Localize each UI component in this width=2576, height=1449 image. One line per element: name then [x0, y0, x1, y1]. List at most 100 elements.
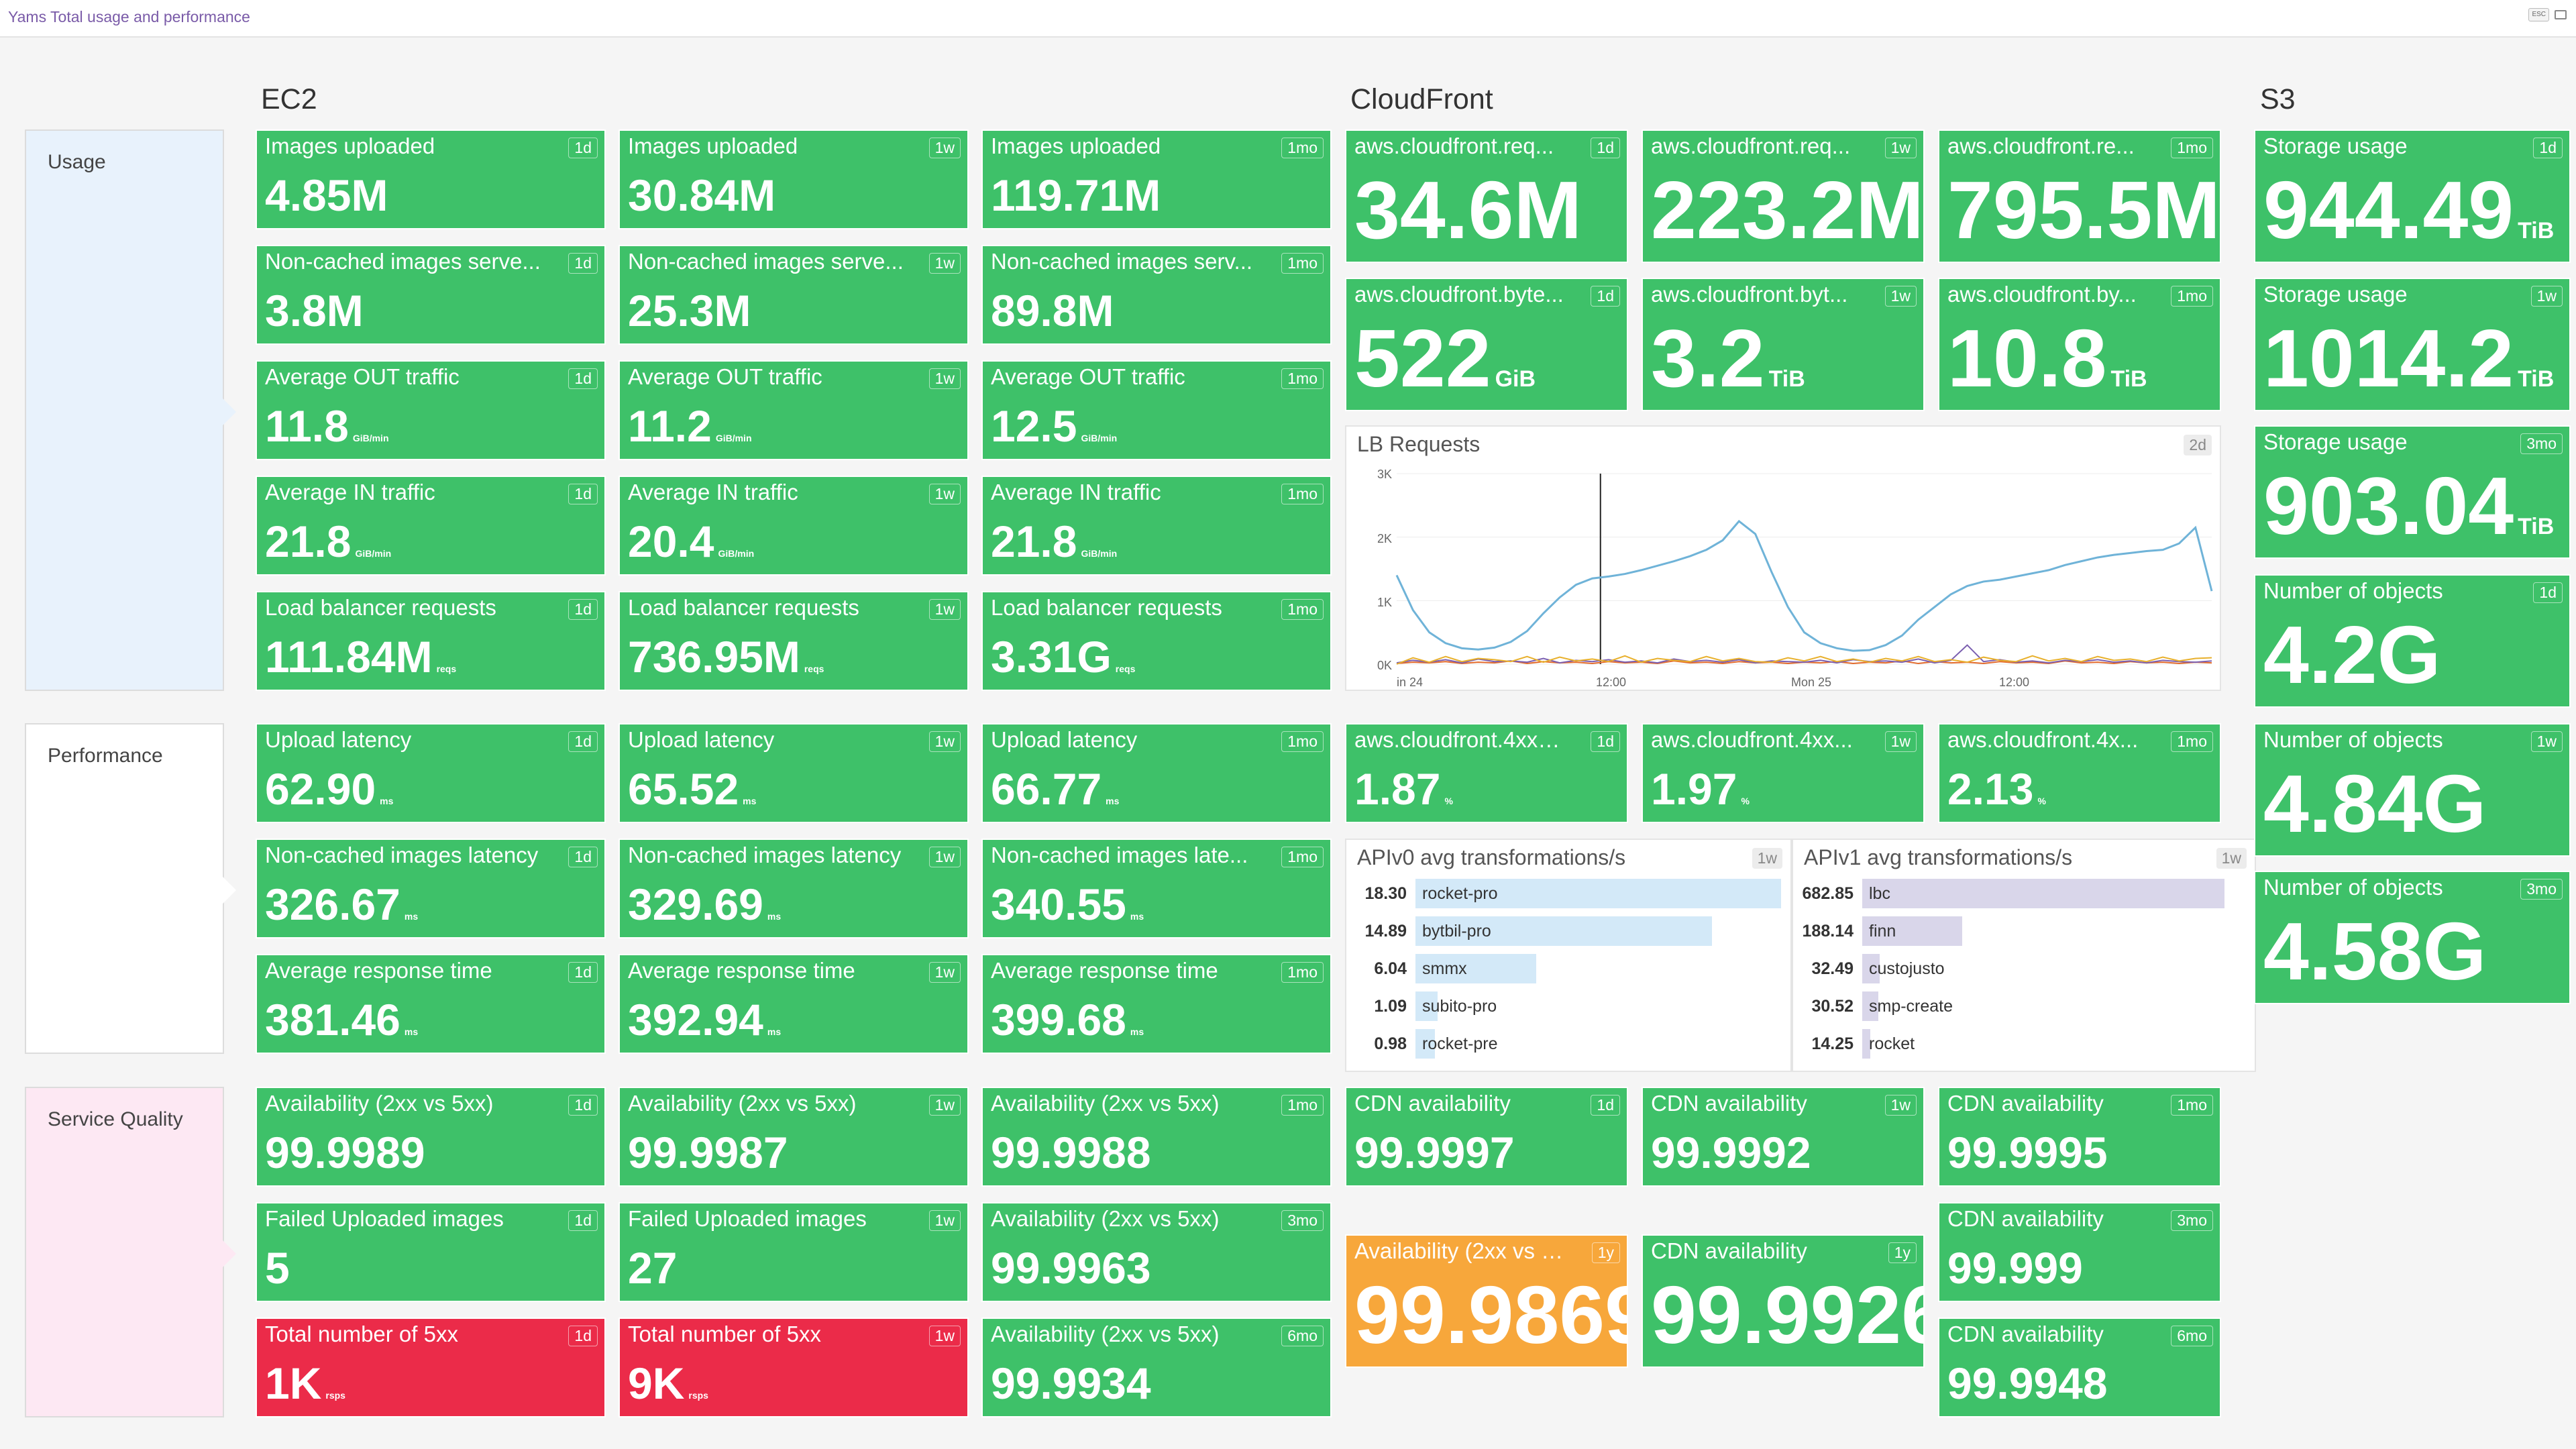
tile-upload-latency-1w[interactable]: Upload latency 1w 65.52 ms: [619, 723, 969, 823]
apiv1-toplist-widget[interactable]: APIv1 avg transformations/s 1w 682.85 lbc…: [1792, 839, 2256, 1072]
tile-value: 34.6M: [1354, 164, 1582, 256]
tile-avg-in-traffic-1mo[interactable]: Average IN traffic 1mo 21.8 GiB/min: [981, 476, 1332, 576]
timeframe-badge: 1d: [568, 368, 598, 389]
tile-cf-requests-1d[interactable]: aws.cloudfront.req... 1d 34.6M: [1345, 129, 1628, 263]
timeframe-badge: 1w: [928, 1095, 961, 1116]
tile-avg-response-time-1mo[interactable]: Average response time 1mo 399.68 ms: [981, 954, 1332, 1054]
timeframe-badge: 1w: [1884, 1095, 1917, 1116]
toplist-row[interactable]: 0.98 rocket-pre: [1346, 1025, 1790, 1063]
tile-avg-response-time-1d[interactable]: Average response time 1d 381.46 ms: [256, 954, 606, 1054]
tile-avg-out-traffic-1mo[interactable]: Average OUT traffic 1mo 12.5 GiB/min: [981, 360, 1332, 460]
tile-availability-1y[interactable]: Availability (2xx vs 5... 1y 99.9869: [1345, 1234, 1628, 1368]
timeframe-badge: 3mo: [2171, 1210, 2213, 1231]
apiv0-toplist-widget[interactable]: APIv0 avg transformations/s 1w 18.30 rock…: [1345, 839, 1792, 1072]
tile-noncached-served-1w[interactable]: Non-cached images serve... 1w 25.3M: [619, 245, 969, 345]
toplist-row[interactable]: 682.85 lbc: [1793, 875, 2255, 912]
toplist: 18.30 rocket-pro 14.89 bytbil-pro 6.04 smmx…: [1346, 875, 1790, 1063]
tv-mode-icon[interactable]: [2555, 10, 2567, 19]
tile-lb-requests-1d[interactable]: Load balancer requests 1d 111.84M reqs: [256, 591, 606, 691]
tile-failed-uploads-1w[interactable]: Failed Uploaded images 1w 27: [619, 1202, 969, 1302]
tile-value: 944.49 TiB: [2263, 164, 2555, 256]
tile-value: 99.9948: [1947, 1358, 2108, 1408]
group-service-quality: Service Quality: [25, 1087, 236, 1417]
tile-value: 99.9992: [1651, 1128, 1811, 1177]
tile-avg-out-traffic-1d[interactable]: Average OUT traffic 1d 11.8 GiB/min: [256, 360, 606, 460]
tile-availability-1w[interactable]: Availability (2xx vs 5xx) 1w 99.9987: [619, 1087, 969, 1187]
timeframe-badge: 1mo: [1281, 1095, 1324, 1116]
toplist-row[interactable]: 18.30 rocket-pro: [1346, 875, 1790, 912]
tile-lb-requests-1w[interactable]: Load balancer requests 1w 736.95M reqs: [619, 591, 969, 691]
toplist-row[interactable]: 32.49 custojusto: [1793, 950, 2255, 987]
tile-total-5xx-1d[interactable]: Total number of 5xx 1d 1K rsps: [256, 1318, 606, 1417]
tile-cf-4xx-1w[interactable]: aws.cloudfront.4xx... 1w 1.97%: [1642, 723, 1925, 823]
toplist-row[interactable]: 14.89 bytbil-pro: [1346, 912, 1790, 950]
tile-cf-bytes-1mo[interactable]: aws.cloudfront.by... 1mo 10.8 TiB: [1938, 278, 2221, 411]
tile-failed-uploads-1d[interactable]: Failed Uploaded images 1d 5: [256, 1202, 606, 1302]
tile-value: 21.8 GiB/min: [265, 517, 392, 566]
tile-cf-bytes-1w[interactable]: aws.cloudfront.byt... 1w 3.2 TiB: [1642, 278, 1925, 411]
tile-avg-in-traffic-1d[interactable]: Average IN traffic 1d 21.8 GiB/min: [256, 476, 606, 576]
tile-cdn-availability-1d[interactable]: CDN availability 1d 99.9997: [1345, 1087, 1628, 1187]
timeframe-badge: 1w: [928, 484, 961, 504]
tile-s3-storage-1w[interactable]: Storage usage 1w 1014.2 TiB: [2254, 278, 2571, 411]
group-label-performance: Performance: [48, 745, 163, 767]
tile-avg-out-traffic-1w[interactable]: Average OUT traffic 1w 11.2 GiB/min: [619, 360, 969, 460]
timeframe-badge: 1w: [928, 731, 961, 752]
tile-noncached-latency-1d[interactable]: Non-cached images latency 1d 326.67 ms: [256, 839, 606, 938]
tile-cf-requests-1mo[interactable]: aws.cloudfront.re... 1mo 795.5M: [1938, 129, 2221, 263]
tile-cf-4xx-1mo[interactable]: aws.cloudfront.4x... 1mo 2.13%: [1938, 723, 2221, 823]
lb-requests-widget[interactable]: LB Requests 2d 3K 2K 1K 0K in 24 12:00 M…: [1345, 425, 2221, 691]
y-tick-label: 1K: [1377, 596, 1392, 609]
toplist-row[interactable]: 6.04 smmx: [1346, 950, 1790, 987]
tile-cdn-availability-1y[interactable]: CDN availability 1y 99.9926: [1642, 1234, 1925, 1368]
tile-title: Non-cached images latency: [265, 843, 539, 867]
tile-avg-in-traffic-1w[interactable]: Average IN traffic 1w 20.4 GiB/min: [619, 476, 969, 576]
tile-availability-6mo[interactable]: Availability (2xx vs 5xx) 6mo 99.9934: [981, 1318, 1332, 1417]
timeframe-badge: 1y: [1888, 1242, 1917, 1263]
tile-noncached-served-1d[interactable]: Non-cached images serve... 1d 3.8M: [256, 245, 606, 345]
tile-value: 1014.2 TiB: [2263, 313, 2555, 404]
timeframe-badge: 1w: [1884, 731, 1917, 752]
tile-upload-latency-1d[interactable]: Upload latency 1d 62.90 ms: [256, 723, 606, 823]
tile-lb-requests-1mo[interactable]: Load balancer requests 1mo 3.31G reqs: [981, 591, 1332, 691]
toplist-row[interactable]: 1.09 subito-pro: [1346, 987, 1790, 1025]
tile-images-uploaded-1mo[interactable]: Images uploaded 1mo 119.71M: [981, 129, 1332, 229]
tile-s3-storage-3mo[interactable]: Storage usage 3mo 903.04 TiB: [2254, 425, 2571, 559]
timeframe-badge: 1mo: [2171, 731, 2213, 752]
tile-images-uploaded-1d[interactable]: Images uploaded 1d 4.85M: [256, 129, 606, 229]
row-name: subito-pro: [1422, 997, 1497, 1016]
tile-images-uploaded-1w[interactable]: Images uploaded 1w 30.84M: [619, 129, 969, 229]
row-value: 1.09: [1374, 997, 1407, 1016]
tile-title: Availability (2xx vs 5xx): [991, 1091, 1220, 1116]
group-arrow: [223, 1240, 236, 1267]
row-value: 188.14: [1802, 922, 1854, 941]
tile-availability-3mo[interactable]: Availability (2xx vs 5xx) 3mo 99.9963: [981, 1202, 1332, 1302]
tile-avg-response-time-1w[interactable]: Average response time 1w 392.94 ms: [619, 954, 969, 1054]
tile-s3-storage-1d[interactable]: Storage usage 1d 944.49 TiB: [2254, 129, 2571, 263]
toplist-row[interactable]: 30.52 smp-create: [1793, 987, 2255, 1025]
row-name: rocket-pro: [1422, 884, 1498, 903]
tile-noncached-latency-1w[interactable]: Non-cached images latency 1w 329.69 ms: [619, 839, 969, 938]
tile-s3-objects-1d[interactable]: Number of objects 1d 4.2G: [2254, 574, 2571, 708]
tile-cdn-availability-6mo[interactable]: CDN availability 6mo 99.9948: [1938, 1318, 2221, 1417]
tile-value: 11.8 GiB/min: [265, 401, 389, 451]
esc-button[interactable]: ESC: [2528, 8, 2549, 21]
tile-s3-objects-1w[interactable]: Number of objects 1w 4.84G: [2254, 723, 2571, 857]
toplist-row[interactable]: 188.14 finn: [1793, 912, 2255, 950]
tile-cdn-availability-3mo[interactable]: CDN availability 3mo 99.999: [1938, 1202, 2221, 1302]
tile-cf-4xx-1d[interactable]: aws.cloudfront.4xx_... 1d 1.87%: [1345, 723, 1628, 823]
tile-cdn-availability-1w[interactable]: CDN availability 1w 99.9992: [1642, 1087, 1925, 1187]
tile-availability-1d[interactable]: Availability (2xx vs 5xx) 1d 99.9989: [256, 1087, 606, 1187]
tile-cf-bytes-1d[interactable]: aws.cloudfront.byte... 1d 522 GiB: [1345, 278, 1628, 411]
top-bar: Yams Total usage and performance ESC: [0, 0, 2576, 38]
tile-availability-1mo[interactable]: Availability (2xx vs 5xx) 1mo 99.9988: [981, 1087, 1332, 1187]
tile-total-5xx-1w[interactable]: Total number of 5xx 1w 9K rsps: [619, 1318, 969, 1417]
tile-upload-latency-1mo[interactable]: Upload latency 1mo 66.77 ms: [981, 723, 1332, 823]
timeframe-badge: 1mo: [2171, 1095, 2213, 1116]
tile-noncached-latency-1mo[interactable]: Non-cached images late... 1mo 340.55 ms: [981, 839, 1332, 938]
tile-s3-objects-3mo[interactable]: Number of objects 3mo 4.58G: [2254, 871, 2571, 1004]
toplist-row[interactable]: 14.25 rocket: [1793, 1025, 2255, 1063]
tile-cdn-availability-1mo[interactable]: CDN availability 1mo 99.9995: [1938, 1087, 2221, 1187]
tile-cf-requests-1w[interactable]: aws.cloudfront.req... 1w 223.2M: [1642, 129, 1925, 263]
tile-noncached-served-1mo[interactable]: Non-cached images serv... 1mo 89.8M: [981, 245, 1332, 345]
